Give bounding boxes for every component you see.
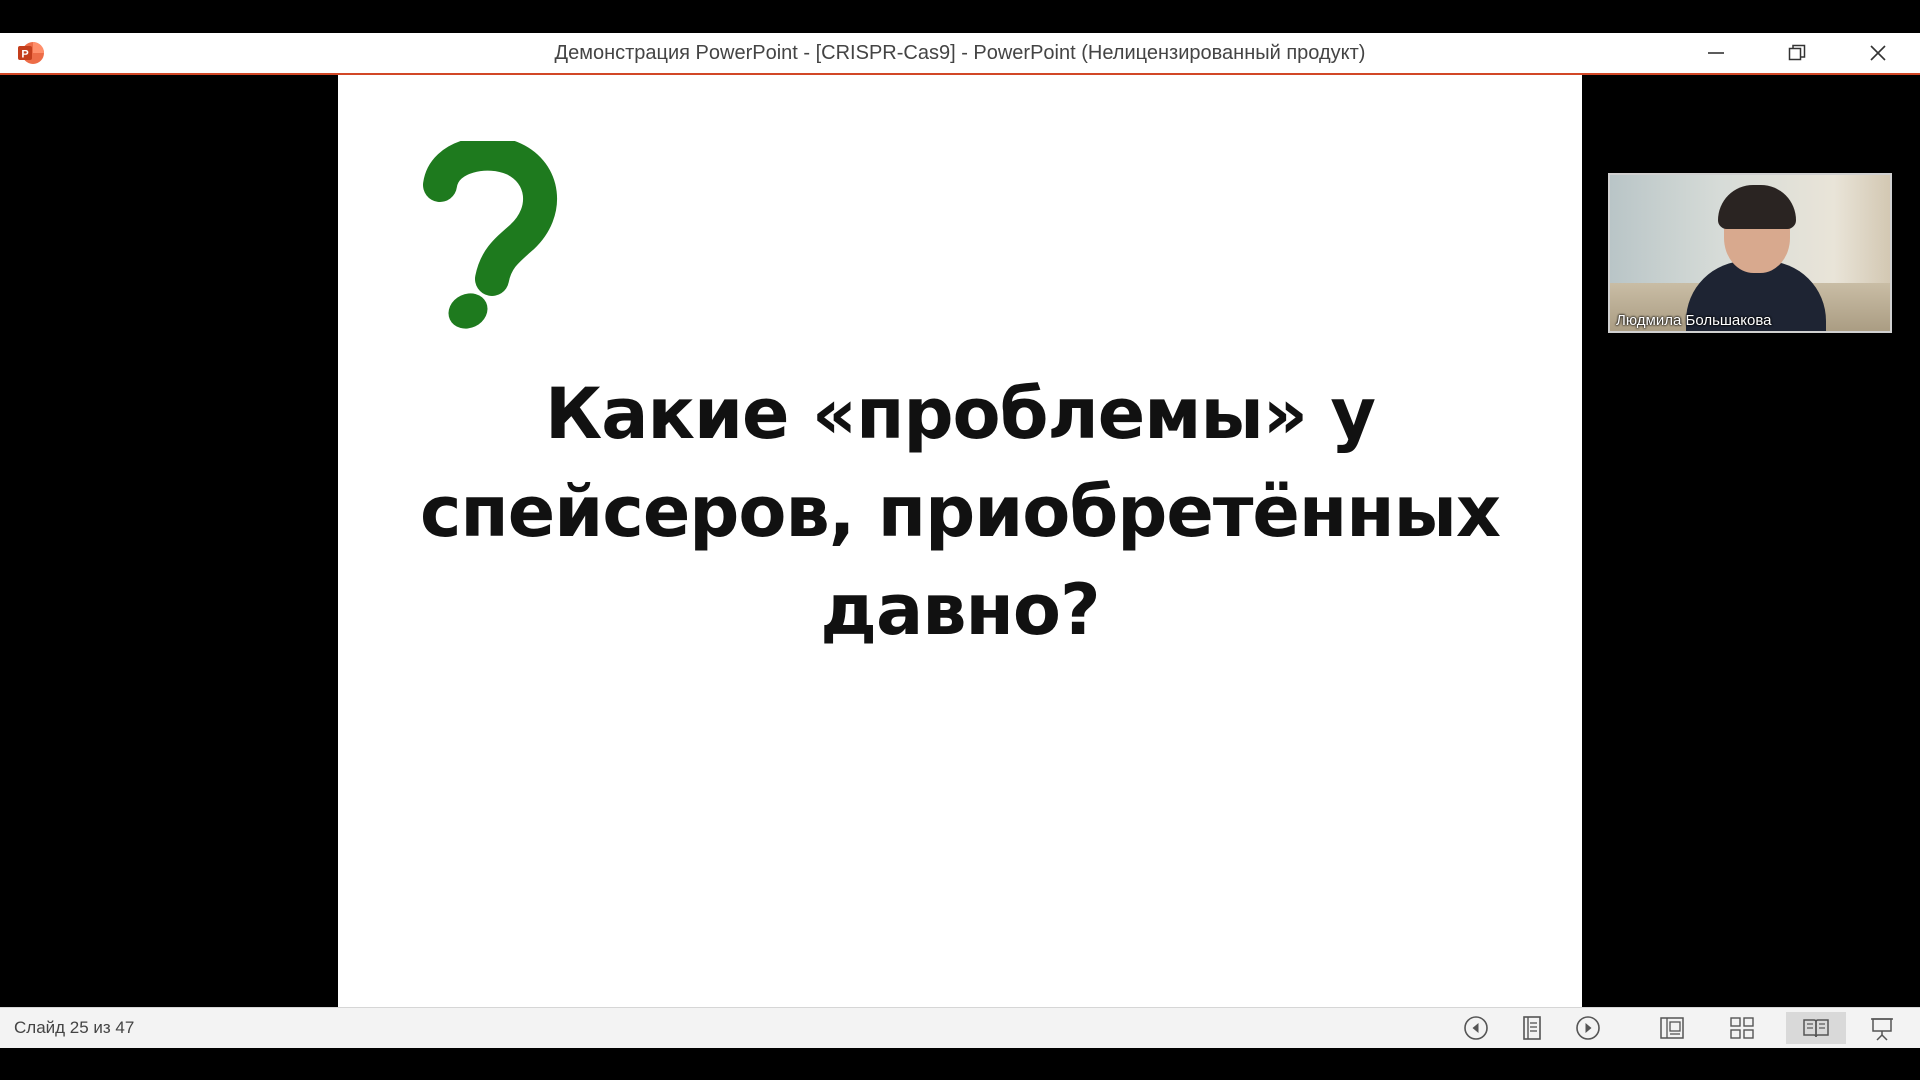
screen: P Демонстрация PowerPoint - [CRISPR-Cas9… — [0, 0, 1920, 1080]
slideshow-icon — [1871, 1018, 1893, 1041]
minimize-icon — [1708, 52, 1724, 54]
slideshow-button[interactable] — [1856, 1012, 1908, 1044]
next-icon — [1576, 1016, 1600, 1040]
slide-sorter-button[interactable] — [1716, 1012, 1768, 1044]
close-icon — [1870, 45, 1886, 61]
notes-view-icon — [1523, 1016, 1541, 1040]
window-title: Демонстрация PowerPoint - [CRISPR-Cas9] … — [554, 42, 1366, 64]
normal-view-button[interactable] — [1646, 1012, 1698, 1044]
normal-view-icon — [1660, 1017, 1684, 1039]
previous-icon — [1464, 1016, 1488, 1040]
slide-title: Какие «проблемы» у спейсеров, приобретён… — [419, 373, 1501, 651]
slide-sorter-icon — [1730, 1017, 1754, 1039]
previous-slide-button[interactable] — [1450, 1012, 1502, 1044]
participant-name: Людмила Большакова — [1616, 312, 1772, 329]
slide[interactable]: Какие «проблемы» у спейсеров, приобретён… — [338, 75, 1582, 1007]
close-button[interactable] — [1838, 33, 1918, 73]
status-bar: Слайд 25 из 47 — [0, 1007, 1920, 1048]
video-participant-tile[interactable]: Людмила Большакова — [1608, 173, 1892, 333]
reading-view-icon — [1803, 1019, 1829, 1038]
question-mark-icon — [410, 136, 560, 331]
reading-view-button[interactable] — [1786, 1012, 1846, 1044]
notes-view-button[interactable] — [1506, 1012, 1558, 1044]
restore-button[interactable] — [1757, 33, 1837, 73]
window-titlebar: P Демонстрация PowerPoint - [CRISPR-Cas9… — [0, 33, 1920, 75]
next-slide-button[interactable] — [1562, 1012, 1614, 1044]
restore-icon — [1788, 44, 1806, 61]
slide-counter: Слайд 25 из 47 — [14, 1018, 135, 1037]
minimize-button[interactable] — [1676, 33, 1756, 73]
